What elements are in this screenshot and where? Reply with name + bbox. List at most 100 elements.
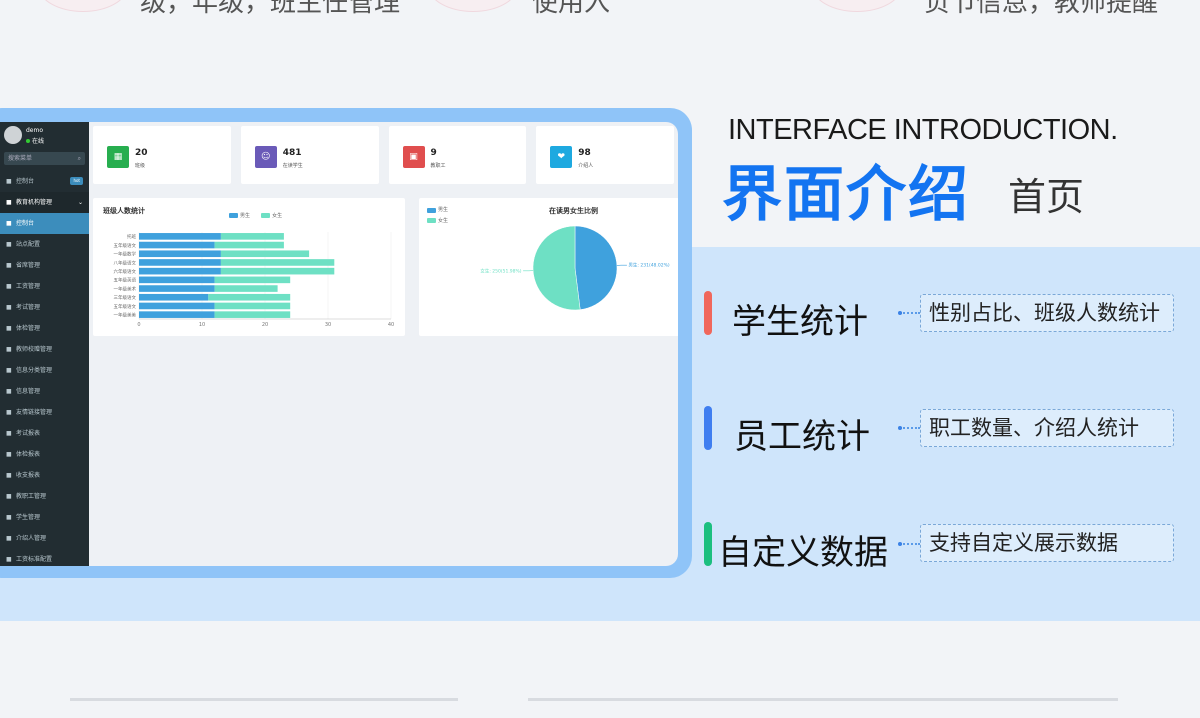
tag-icon: ■ <box>6 367 12 374</box>
sidebar-item[interactable]: ■ 工资标准配置 <box>0 549 89 566</box>
sidebar-item[interactable]: ■ 控制台 hot <box>0 171 89 192</box>
sidebar-item-label: 控制台 <box>16 220 35 227</box>
user-icon: ■ <box>6 493 12 500</box>
avatar[interactable] <box>4 126 22 144</box>
sidebar-item[interactable]: ■ 教师校赠管理 <box>0 339 89 360</box>
x-tick-label: 0 <box>137 322 140 328</box>
x-tick-label: 10 <box>199 322 205 328</box>
y-tick-label: 五年级语文 <box>114 242 137 249</box>
x-tick-label: 30 <box>325 322 331 328</box>
bar-segment[interactable] <box>220 233 284 240</box>
stat-card: ▦ 20 班级 <box>93 126 231 184</box>
users-icon: ☺ <box>254 146 277 168</box>
chevron-down-icon[interactable]: ⌄ <box>78 192 83 213</box>
connector-dot <box>898 311 902 315</box>
bar-segment[interactable] <box>139 293 209 301</box>
table-icon: ■ <box>6 430 12 437</box>
connector-line <box>900 312 920 314</box>
class-count-card: 班级人数统计 男生 女生 0 10 20 30 40 托班 五年级语文 一年级数学 八年级语文六… <box>93 198 405 336</box>
student-icon: ■ <box>6 514 12 521</box>
y-tick-label: 一年级美术 <box>114 285 137 292</box>
sidebar-item[interactable]: ■ 教职工管理 <box>0 486 89 507</box>
bar-segment[interactable] <box>139 302 215 310</box>
bar-segment[interactable] <box>214 276 291 284</box>
sidebar-item-label: 教师校赠管理 <box>16 346 53 353</box>
connector-line <box>900 543 920 545</box>
search-placeholder: 搜索菜单 <box>8 155 33 162</box>
sidebar-item[interactable]: ■ 考试管理 <box>0 297 89 318</box>
y-tick-label: 六年级语文 <box>114 268 137 275</box>
pie-slice[interactable] <box>574 225 618 310</box>
sidebar-item[interactable]: ■ 体检报表 <box>0 444 89 465</box>
bar-segment[interactable] <box>139 311 215 318</box>
bar-segment[interactable] <box>139 250 221 258</box>
sidebar-item-label: 站点配置 <box>16 241 41 248</box>
bar-segment[interactable] <box>220 267 335 275</box>
sidebar-item[interactable]: ■ 信息管理 <box>0 381 89 402</box>
decor-circle <box>428 0 518 12</box>
bar-segment[interactable] <box>214 241 284 249</box>
y-tick-label: 五年级英语 <box>114 277 137 284</box>
user-name: demo <box>26 127 44 134</box>
monitor-icon: ■ <box>6 220 12 227</box>
sidebar-item-label: 省席管理 <box>16 262 41 269</box>
sidebar-item[interactable]: ■ 体检管理 <box>0 318 89 339</box>
bar-segment[interactable] <box>220 250 310 258</box>
bar-segment[interactable] <box>139 267 221 275</box>
stat-label: 班级 <box>135 163 146 169</box>
bar-segment[interactable] <box>208 293 291 301</box>
app-screenshot: demo 在线 搜索菜单 ⌕ ■ 控制台 hot ■ 教育机构管理 ⌄ ■ 控制台 ■ 站点配置 ■… <box>0 122 678 566</box>
feature-desc-staff: 职工数量、介绍人统计 <box>920 409 1174 447</box>
main-content: ▦ 20 班级 ☺ 481 在读学生 ▣ 9 教职工 ❤ 98 介绍人 班级人数统计 男生 女生 01… <box>89 122 678 566</box>
sidebar-item[interactable]: ■ 教育机构管理 ⌄ <box>0 192 89 213</box>
sidebar-item-label: 友情链接管理 <box>16 409 53 416</box>
sidebar-item[interactable]: ■ 信息分类管理 <box>0 360 89 381</box>
heading-english: INTERFACE INTRODUCTION. <box>728 114 1118 146</box>
sidebar-item[interactable]: ■ 友情链接管理 <box>0 402 89 423</box>
sidebar-item[interactable]: ■ 考试报表 <box>0 423 89 444</box>
feature-desc-student: 性别占比、班级人数统计 <box>920 294 1174 332</box>
handshake-icon: ❤ <box>550 146 573 168</box>
sidebar-item[interactable]: ■ 控制台 <box>0 213 89 234</box>
bar-chart: 0 10 20 30 40托班五年级语文一年级数学八年级语文六年级语文五年级英语一年级美… <box>114 232 394 328</box>
sidebar-search-input[interactable]: 搜索菜单 ⌕ <box>4 152 85 165</box>
y-tick-label: 三年级语文 <box>114 294 137 301</box>
user-panel[interactable]: demo 在线 <box>0 122 89 150</box>
book-icon: ■ <box>6 346 12 353</box>
sidebar-item-label: 学生管理 <box>16 514 41 521</box>
pie-slice[interactable] <box>532 225 581 311</box>
y-tick-label: 托班 <box>127 233 136 240</box>
bar-segment[interactable] <box>139 276 215 284</box>
sidebar-item-label: 收支报表 <box>16 472 41 479</box>
sidebar-item[interactable]: ■ 站点配置 <box>0 234 89 255</box>
yen-icon: ■ <box>6 472 12 479</box>
bar-segment[interactable] <box>214 311 291 318</box>
decor-circle <box>812 0 902 12</box>
sidebar-item-label: 控制台 <box>16 178 35 185</box>
bar-segment[interactable] <box>214 285 278 292</box>
sidebar-item[interactable]: ■ 收支报表 <box>0 465 89 486</box>
bar-segment[interactable] <box>139 233 221 240</box>
bottom-divider <box>70 698 458 701</box>
top-text-1: 级，年级，班主任管理 <box>140 0 401 18</box>
bar-segment[interactable] <box>139 259 221 266</box>
bookmark-icon: ■ <box>6 199 12 206</box>
dashboard-icon: ■ <box>6 178 12 185</box>
sidebar-item[interactable]: ■ 介绍人管理 <box>0 528 89 549</box>
sidebar-item[interactable]: ■ 工资管理 <box>0 276 89 297</box>
bar-segment[interactable] <box>139 285 215 292</box>
y-tick-label: 五年级语文 <box>114 303 137 310</box>
gear-icon: ■ <box>6 241 12 248</box>
connector-line <box>900 427 920 429</box>
bar-segment[interactable] <box>220 259 335 266</box>
sidebar-item[interactable]: ■ 省席管理 <box>0 255 89 276</box>
search-icon[interactable]: ⌕ <box>78 152 81 165</box>
file-icon: ■ <box>6 283 12 290</box>
pie-data-label: 女生: 250(51.98%) <box>480 267 521 274</box>
bar-segment[interactable] <box>214 302 291 310</box>
referrer-icon: ■ <box>6 535 12 542</box>
bar-segment[interactable] <box>139 241 215 249</box>
decor-circle <box>38 0 128 12</box>
stat-label: 在读学生 <box>282 163 303 169</box>
sidebar-item[interactable]: ■ 学生管理 <box>0 507 89 528</box>
